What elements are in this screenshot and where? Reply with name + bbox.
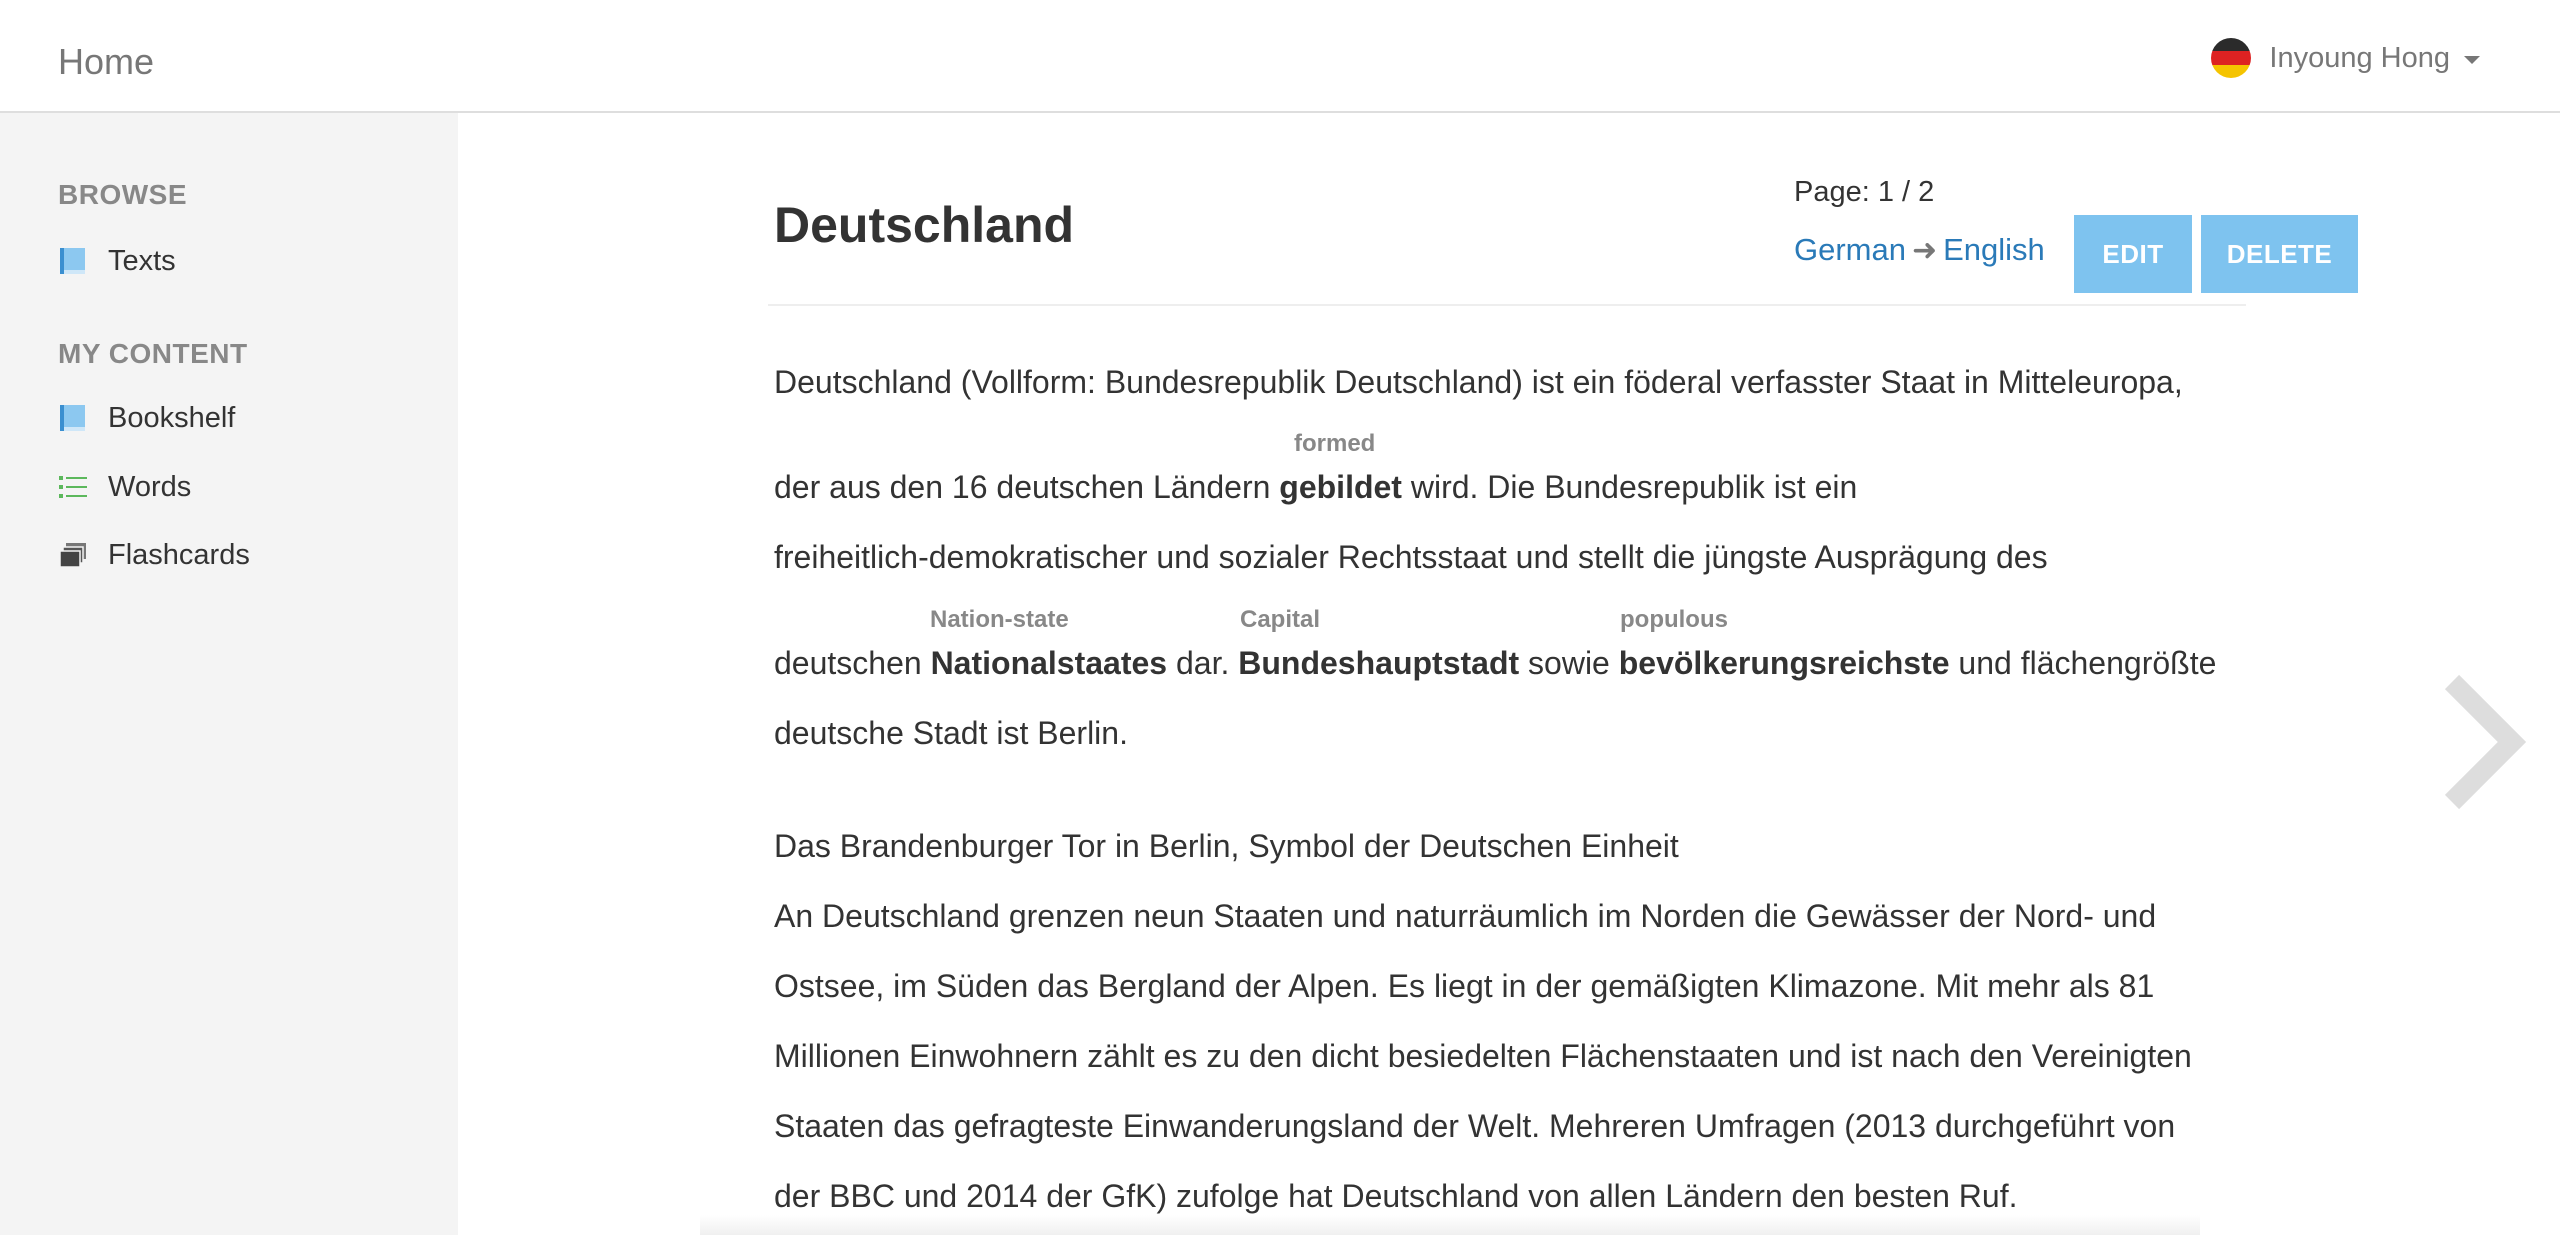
word-gloss: Nation-state — [930, 606, 1069, 633]
sidebar: BROWSE Texts MY CONTENT Bookshelf Words … — [0, 113, 458, 1235]
looked-up-word[interactable]: bevölkerungsreichste — [1619, 645, 1950, 681]
text-line: Ostsee, im Süden das Bergland der Alpen.… — [774, 968, 2155, 1004]
arrow-right-icon: ➜ — [1911, 233, 1938, 267]
user-menu[interactable]: Inyoung Hong — [2211, 36, 2480, 80]
delete-button[interactable]: DELETE — [2201, 215, 2358, 293]
word-gloss: formed — [1294, 430, 1376, 457]
source-language-link[interactable]: German — [1794, 232, 1906, 268]
next-page-arrow-icon[interactable] — [2436, 672, 2527, 812]
browse-heading: BROWSE — [58, 179, 187, 210]
sidebar-item-label: Flashcards — [108, 538, 250, 571]
text-line: Millionen Einwohnern zählt es zu den dic… — [774, 1038, 2192, 1074]
text-segment: deutschen — [774, 645, 931, 681]
my-content-heading: MY CONTENT — [58, 338, 248, 369]
word-gloss: populous — [1620, 606, 1728, 633]
word-gloss: Capital — [1240, 606, 1321, 633]
cards-icon — [58, 540, 88, 570]
user-name: Inyoung Hong — [2269, 41, 2450, 74]
home-link[interactable]: Home — [58, 38, 154, 86]
edit-button[interactable]: EDIT — [2074, 215, 2192, 293]
german-flag-icon — [2211, 38, 2252, 78]
text-line: freiheitlich-demokratischer und sozialer… — [774, 539, 2048, 575]
language-pair: German ➜ English — [1794, 232, 2045, 268]
text-segment: wird. Die Bundesrepublik ist ein — [1401, 469, 1858, 505]
sidebar-item-words[interactable]: Words — [58, 467, 191, 507]
sidebar-item-label: Texts — [108, 244, 176, 277]
target-language-link[interactable]: English — [1943, 232, 2045, 268]
looked-up-word[interactable]: Nationalstaates — [931, 645, 1168, 681]
image-caption: Das Brandenburger Tor in Berlin, Symbol … — [774, 828, 1679, 864]
text-line: der BBC und 2014 der GfK) zufolge hat De… — [774, 1178, 2018, 1214]
text-segment: dar. — [1167, 645, 1239, 681]
text-title: Deutschland — [774, 197, 1075, 253]
list-icon — [58, 472, 88, 502]
sidebar-item-bookshelf[interactable]: Bookshelf — [58, 398, 235, 438]
text-segment: der aus den 16 deutschen Ländern — [774, 469, 1280, 505]
text-segment: und flächengrößte — [1949, 645, 2217, 681]
book-icon — [58, 246, 88, 276]
text-segment: sowie — [1519, 645, 1619, 681]
text-line: deutschen Nationalstaates dar. Bundeshau… — [774, 643, 2216, 683]
looked-up-word[interactable]: Bundeshauptstadt — [1238, 645, 1519, 681]
chevron-down-icon — [2464, 56, 2480, 64]
top-navbar: Home Inyoung Hong — [0, 0, 2560, 113]
scroll-fade — [700, 1215, 2200, 1235]
looked-up-word[interactable]: gebildet — [1279, 469, 1402, 505]
text-line: Deutschland (Vollform: Bundesrepublik De… — [774, 364, 2183, 400]
text-line: An Deutschland grenzen neun Staaten und … — [774, 898, 2157, 934]
sidebar-item-label: Words — [108, 470, 192, 503]
book-icon — [58, 403, 88, 433]
text-line: der aus den 16 deutschen Ländern gebilde… — [774, 467, 1857, 507]
sidebar-item-texts[interactable]: Texts — [58, 241, 176, 281]
header-divider — [768, 304, 2246, 306]
sidebar-item-label: Bookshelf — [108, 401, 236, 434]
sidebar-item-flashcards[interactable]: Flashcards — [58, 535, 250, 575]
text-line: deutsche Stadt ist Berlin. — [774, 715, 1128, 751]
page-indicator: Page: 1 / 2 — [1794, 176, 1935, 208]
text-line: Staaten das gefragteste Einwanderungslan… — [774, 1108, 2176, 1144]
